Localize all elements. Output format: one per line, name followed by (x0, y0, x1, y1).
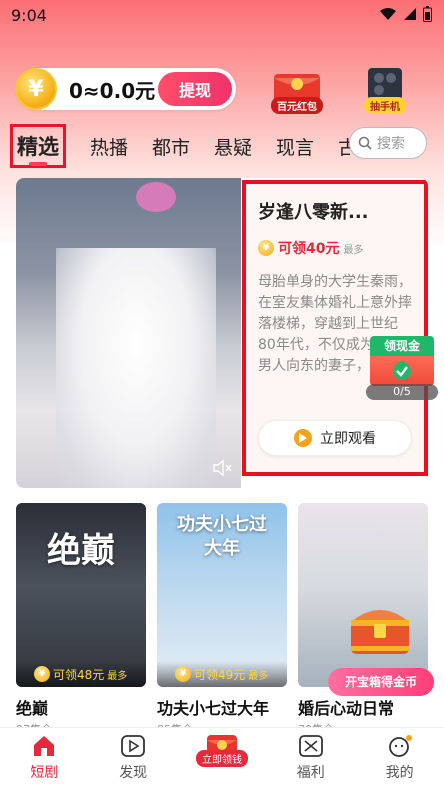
bottom-navigation: 短剧 发现 立即领钱 福利 我的 (0, 727, 444, 789)
featured-info-panel: 岁逢八零新... ¥ 可领40元 最多 母胎单身的大学生秦雨，在室友集体婚礼上意… (242, 180, 428, 476)
featured-drama-card[interactable]: 岁逢八零新... ¥ 可领40元 最多 母胎单身的大学生秦雨，在室友集体婚礼上意… (16, 178, 428, 488)
watch-now-button[interactable]: 立即观看 (258, 420, 412, 456)
cash-task-title: 领现金 (370, 336, 434, 356)
featured-video-thumbnail[interactable] (16, 178, 241, 488)
open-chest-button[interactable]: 开宝箱得金币 (328, 668, 434, 696)
promo-label: 百元红包 (271, 97, 323, 114)
poster-reward: ¥ 可领48元 最多 (16, 661, 146, 687)
nav-label: 我的 (385, 765, 414, 781)
featured-title: 岁逢八零新... (258, 202, 369, 223)
reward-max-label: 最多 (343, 244, 364, 256)
cash-envelope-icon (370, 356, 434, 386)
watch-now-label: 立即观看 (320, 431, 376, 447)
home-icon (34, 736, 55, 756)
coin-icon: ¥ (15, 68, 57, 110)
reward-max-label: 最多 (248, 670, 269, 682)
poster-title: 功夫小七过大年 (177, 514, 267, 559)
coin-icon: ¥ (34, 666, 50, 682)
coin-balance-bar: ¥ 0≈0.0元 提现 (15, 68, 236, 110)
tab-mystery[interactable]: 悬疑 (214, 133, 252, 160)
nav-item-welfare[interactable]: 福利 (266, 728, 355, 789)
drama-title: 绝巅 (16, 699, 49, 718)
poster-reward: ¥ 可领49元 最多 (157, 661, 287, 687)
treasure-chest-icon[interactable] (345, 596, 415, 658)
profile-icon (388, 735, 412, 757)
promo-phone[interactable]: 抽手机 (350, 66, 420, 116)
status-bar: 9:04 (0, 0, 444, 34)
nav-label: 短剧 (30, 765, 59, 781)
wedding-scene (56, 248, 216, 488)
nav-label: 发现 (119, 765, 148, 781)
nav-label: 立即领钱 (195, 750, 248, 767)
nav-item-short-drama[interactable]: 短剧 (0, 728, 89, 789)
gift-icon (298, 735, 323, 757)
drama-title: 功夫小七过大年 (157, 699, 270, 718)
tab-featured[interactable]: 精选 (10, 124, 66, 168)
status-icons (379, 6, 432, 22)
bouquet-decoration (136, 182, 176, 212)
coin-icon: ¥ (175, 666, 191, 682)
tab-romance[interactable]: 现言 (276, 133, 314, 160)
coin-icon: ¥ (258, 240, 274, 256)
reward-amount: 可领49元 (194, 667, 246, 682)
withdraw-button[interactable]: 提现 (158, 72, 232, 106)
wifi-icon (380, 8, 396, 20)
battery-icon (423, 6, 432, 22)
nav-item-profile[interactable]: 我的 (355, 728, 444, 789)
tab-hot[interactable]: 热播 (90, 133, 128, 160)
status-time: 9:04 (11, 6, 47, 25)
nav-item-discover[interactable]: 发现 (89, 728, 178, 789)
reward-max-label: 最多 (107, 670, 128, 682)
drama-poster[interactable]: 绝巅 ¥ 可领48元 最多 (16, 503, 146, 687)
reward-amount: 可领40元 (278, 241, 340, 257)
nav-label: 福利 (296, 765, 325, 781)
play-icon (294, 429, 312, 447)
drama-card[interactable]: 功夫小七过大年 ¥ 可领49元 最多 功夫小七过大年 85集全 (157, 503, 287, 731)
promo-red-envelope[interactable]: 百元红包 (262, 66, 332, 116)
search-icon (358, 136, 372, 150)
cash-task-progress: 0/5 (366, 384, 438, 400)
search-input[interactable]: 搜索 (349, 127, 427, 159)
featured-reward: ¥ 可领40元 最多 (258, 238, 412, 258)
drama-poster[interactable] (298, 503, 428, 687)
drama-title: 婚后心动日常 (298, 699, 395, 718)
reward-amount: 可领48元 (53, 667, 105, 682)
mute-icon[interactable] (212, 460, 232, 476)
search-placeholder: 搜索 (377, 136, 405, 152)
tab-urban[interactable]: 都市 (152, 133, 190, 160)
play-icon (121, 735, 146, 757)
promo-label: 抽手机 (364, 97, 406, 114)
signal-icon (404, 8, 416, 20)
drama-poster[interactable]: 功夫小七过大年 ¥ 可领49元 最多 (157, 503, 287, 687)
coin-balance: 0≈0.0元 (69, 78, 156, 103)
category-tabs: 精选 热播 都市 悬疑 现言 古 (10, 122, 350, 170)
nav-item-get-money[interactable]: 立即领钱 (178, 728, 267, 789)
poster-title: 绝巅 (47, 531, 115, 571)
drama-card[interactable]: 绝巅 ¥ 可领48元 最多 绝巅 97集全 (16, 503, 146, 731)
tab-ancient[interactable]: 古 (338, 133, 350, 160)
